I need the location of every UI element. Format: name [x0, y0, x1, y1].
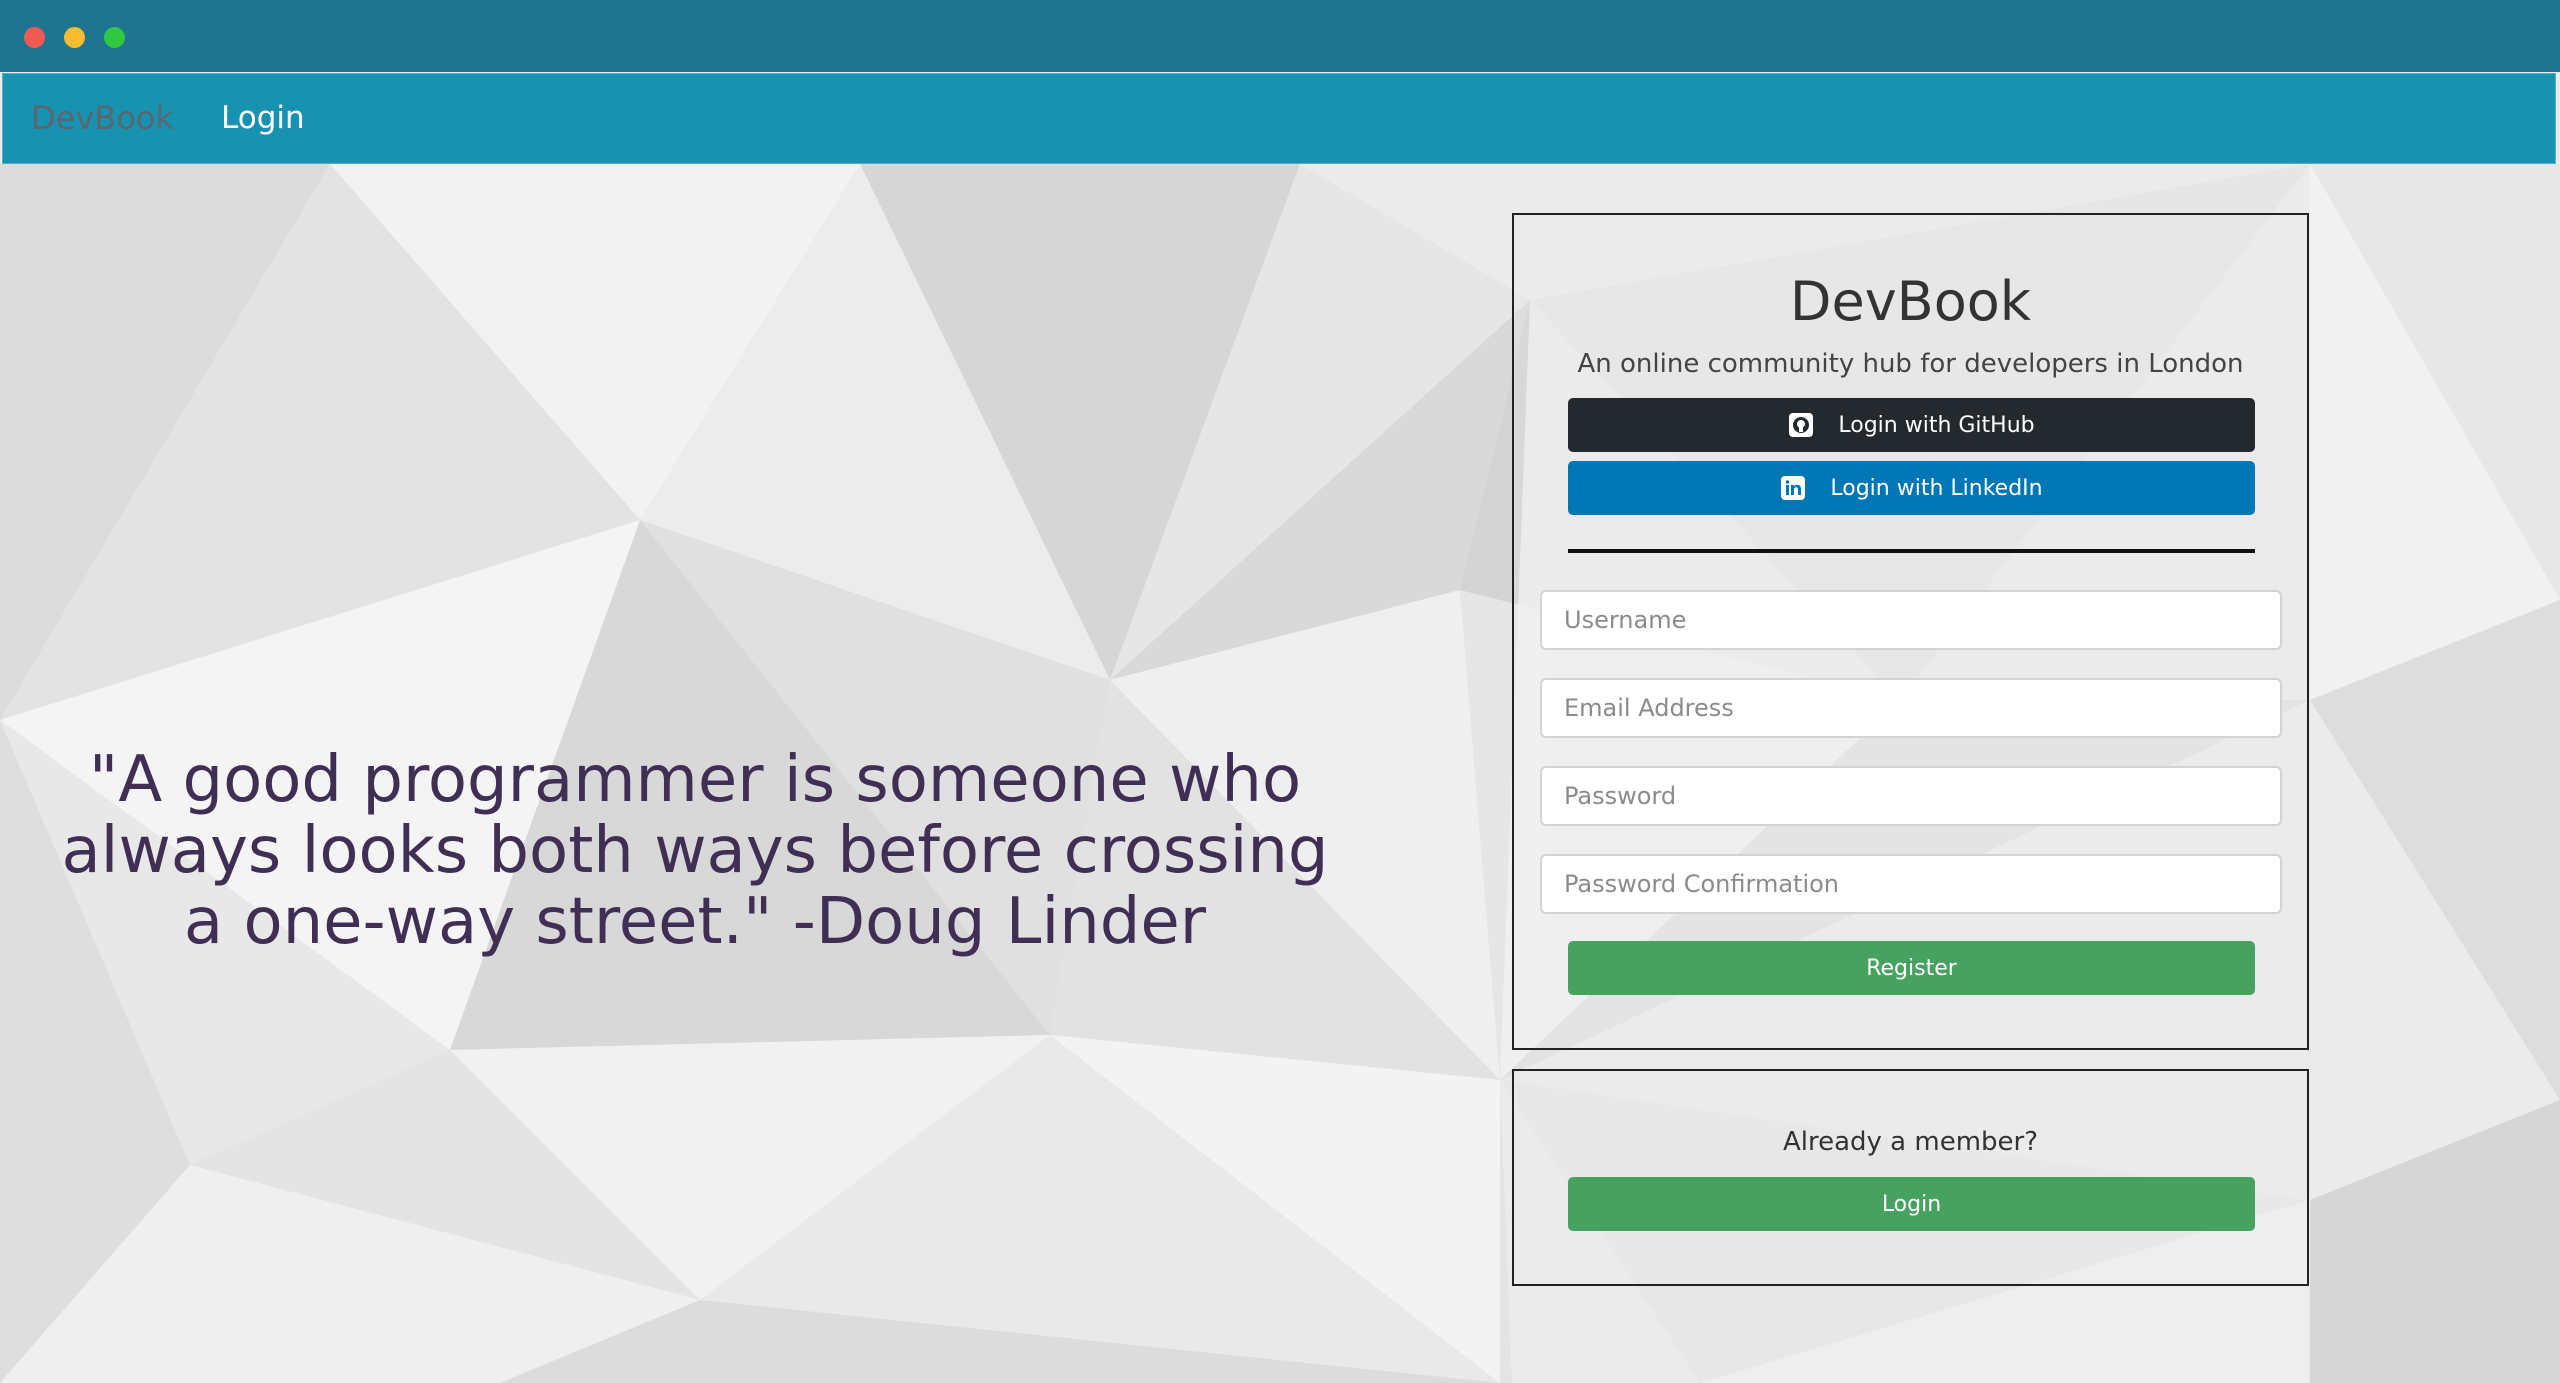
- login-with-linkedin-button[interactable]: Login with LinkedIn: [1568, 461, 2255, 515]
- card-title: DevBook: [1789, 270, 2032, 333]
- register-button[interactable]: Register: [1568, 941, 2255, 995]
- signup-card: DevBook An online community hub for deve…: [1512, 213, 2309, 1050]
- login-card: Already a member? Login: [1512, 1069, 2309, 1286]
- email-input[interactable]: [1540, 678, 2282, 738]
- username-input[interactable]: [1540, 590, 2282, 650]
- maximize-window-button[interactable]: [104, 27, 125, 48]
- navbar: DevBook Login: [2, 73, 2556, 164]
- navbar-brand[interactable]: DevBook: [31, 98, 174, 138]
- card-subtitle: An online community hub for developers i…: [1577, 349, 2244, 379]
- github-icon: [1788, 412, 1814, 438]
- linkedin-icon: [1780, 475, 1806, 501]
- window-titlebar: [0, 0, 2560, 72]
- close-window-button[interactable]: [24, 27, 45, 48]
- github-button-label: Login with GitHub: [1838, 412, 2035, 438]
- quote-text: "A good programmer is someone who always…: [61, 743, 1329, 959]
- nav-login-link[interactable]: Login: [221, 98, 305, 138]
- linkedin-button-label: Login with LinkedIn: [1830, 475, 2043, 501]
- page: DevBook Login "A good programmer is some…: [0, 0, 2560, 1383]
- already-member-text: Already a member?: [1782, 1127, 2039, 1157]
- minimize-window-button[interactable]: [64, 27, 85, 48]
- login-with-github-button[interactable]: Login with GitHub: [1568, 398, 2255, 452]
- divider: [1568, 549, 2255, 553]
- password-confirmation-input[interactable]: [1540, 854, 2282, 914]
- password-input[interactable]: [1540, 766, 2282, 826]
- login-button[interactable]: Login: [1568, 1177, 2255, 1231]
